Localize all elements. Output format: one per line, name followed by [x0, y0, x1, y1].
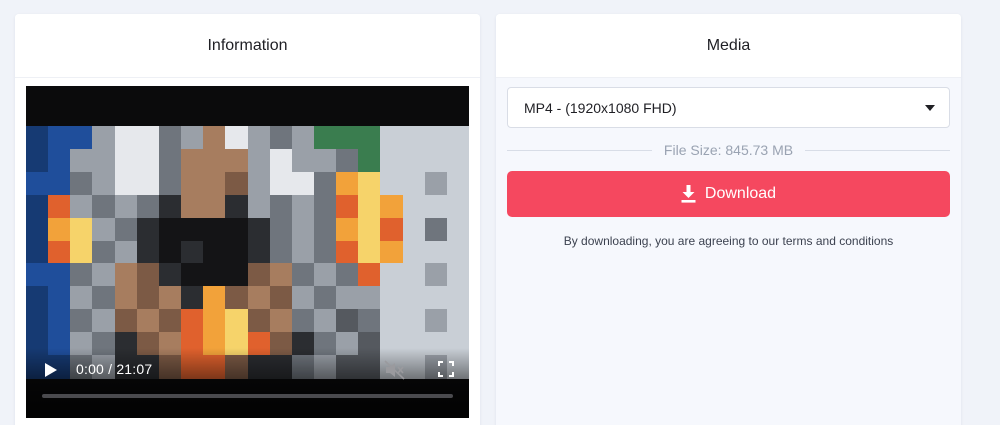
divider [805, 149, 951, 151]
video-frame[interactable] [26, 126, 469, 379]
information-card: Information 0:00 / 21:07 [15, 14, 480, 425]
video-player[interactable]: 0:00 / 21:07 [26, 86, 469, 418]
media-title: Media [496, 14, 961, 78]
volume-muted-icon[interactable] [384, 360, 406, 380]
video-progress-bar[interactable] [42, 394, 453, 398]
download-button[interactable]: Download [507, 171, 950, 217]
chevron-down-icon [925, 105, 935, 111]
divider [507, 149, 652, 151]
media-card: Media MP4 - (1920x1080 FHD) File Size: 8… [496, 14, 961, 425]
terms-notice: By downloading, you are agreeing to our … [563, 234, 894, 248]
media-panel [496, 78, 961, 425]
information-title: Information [15, 14, 480, 78]
play-icon[interactable] [44, 362, 58, 378]
fullscreen-icon[interactable] [438, 361, 454, 377]
format-select-value: MP4 - (1920x1080 FHD) [524, 99, 677, 116]
video-controls-overlay [26, 348, 469, 418]
file-size-row: File Size: 845.73 MB [507, 142, 951, 158]
download-icon [681, 185, 696, 203]
format-select[interactable]: MP4 - (1920x1080 FHD) [507, 87, 950, 128]
file-size-text: File Size: 845.73 MB [663, 142, 794, 158]
video-time-display: 0:00 / 21:07 [76, 361, 153, 377]
download-button-label: Download [704, 185, 777, 202]
